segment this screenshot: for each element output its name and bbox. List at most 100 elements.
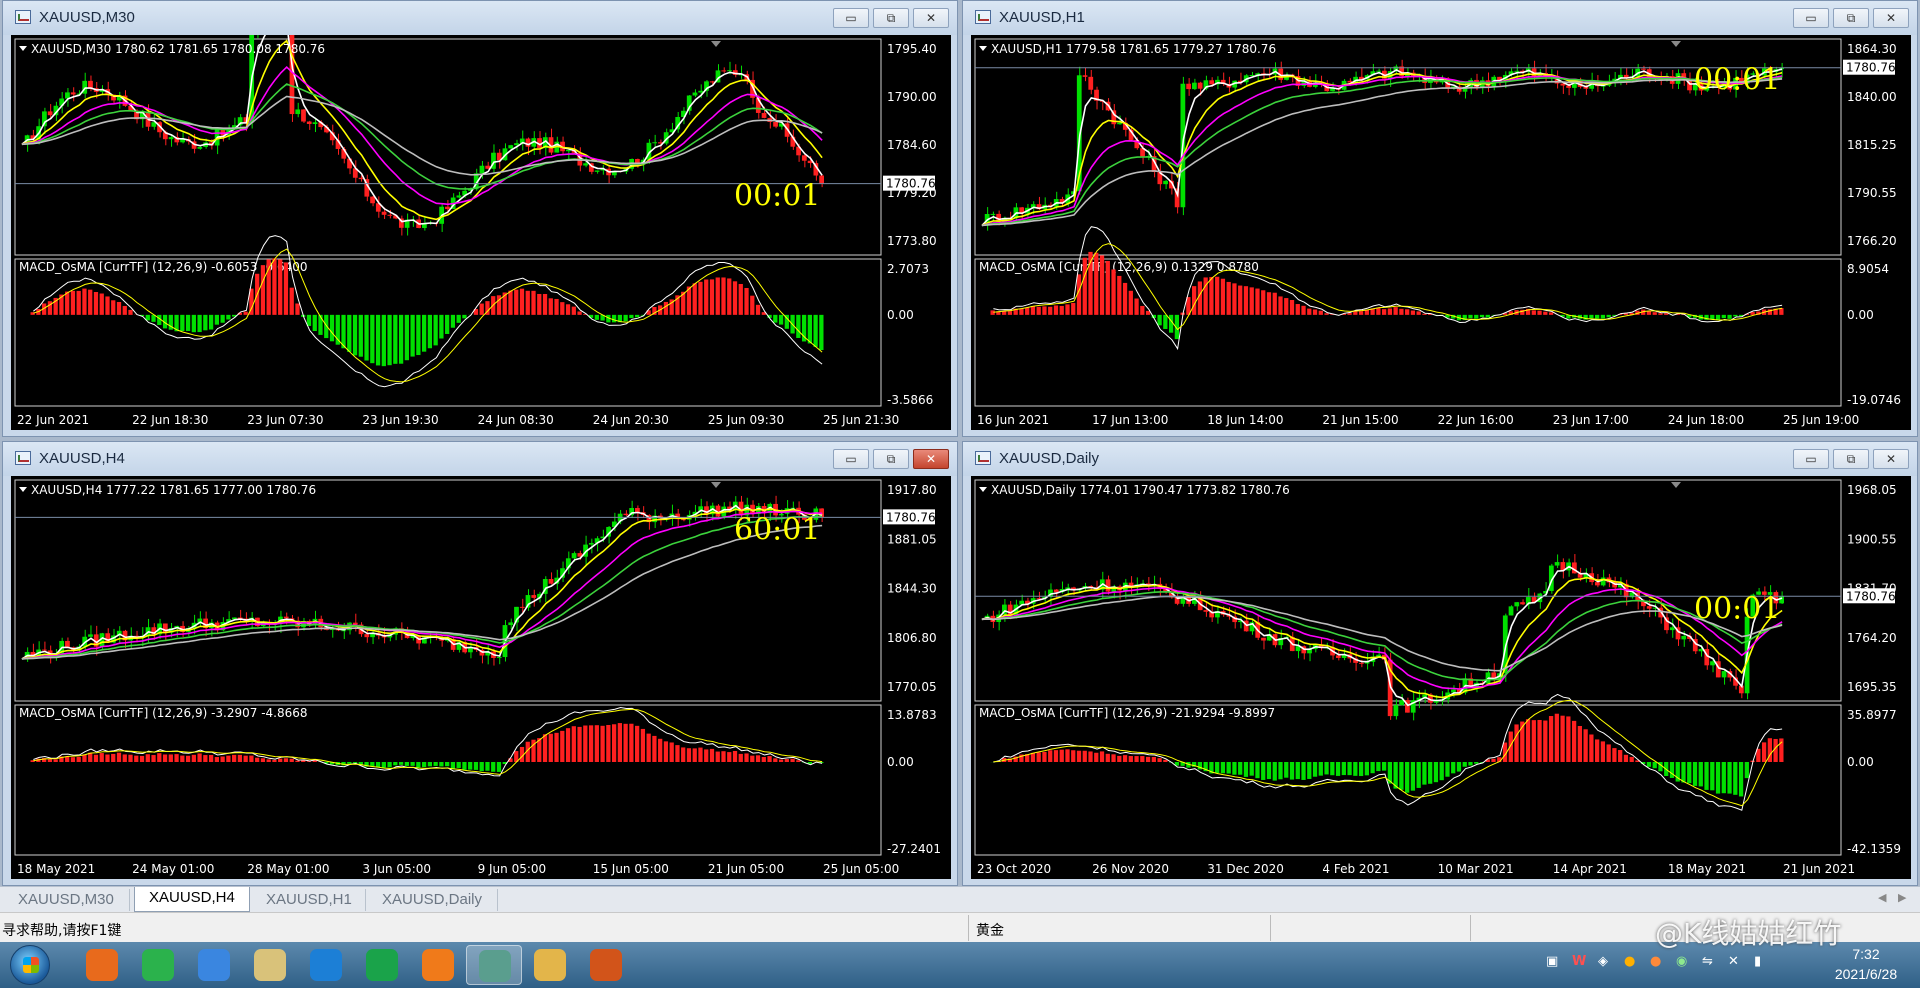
macd-bar (1416, 311, 1421, 315)
macd-bar (755, 755, 761, 762)
macd-bar (422, 314, 427, 352)
macd-bar (427, 762, 433, 767)
tab-xauusd-daily[interactable]: XAUUSD,Daily (368, 889, 498, 911)
macd-bar (289, 287, 294, 315)
tab-xauusd-h4[interactable]: XAUUSD,H4 (134, 887, 250, 912)
chart-menu-triangle-icon[interactable] (19, 46, 27, 51)
firefox-icon[interactable] (410, 945, 466, 985)
window-titlebar[interactable]: XAUUSD,Daily ▭ ⧉ ✕ (963, 442, 1917, 476)
tab-scroll-right-icon[interactable]: ▶ (1898, 891, 1906, 904)
maximize-button[interactable]: ⧉ (1833, 8, 1869, 28)
chart-area[interactable]: 1864.30 1840.00 1815.25 1790.55 1766.20 1780.… (971, 35, 1911, 430)
macd-bar (721, 277, 726, 315)
macd-bar (1715, 762, 1721, 794)
chart-window-xauusd-h1[interactable]: XAUUSD,H1 ▭ ⧉ ✕ 1864.30 1840.00 1815.25 1790… (962, 0, 1918, 437)
macd-bar (111, 300, 116, 315)
maximize-button[interactable]: ⧉ (873, 8, 909, 28)
paint-app-icon[interactable] (242, 945, 298, 985)
candle-body (70, 92, 76, 95)
chart-window-xauusd-h4[interactable]: XAUUSD,H4 ▭ ⧉ ✕ 1917.80 1881.05 1844.30 1806… (2, 441, 958, 886)
macd-tick-label: 0.00 (887, 308, 914, 322)
chart-menu-triangle-icon[interactable] (979, 487, 987, 492)
macd-bar (203, 314, 208, 331)
macd-bar (1595, 739, 1600, 762)
paint-app-icon-glyph (254, 949, 286, 981)
chart-menu-triangle-icon[interactable] (19, 487, 27, 492)
candle-body (456, 195, 462, 198)
macd-bar (1508, 731, 1513, 762)
macd-bar (1168, 314, 1174, 333)
trading-terminal-icon[interactable] (466, 945, 522, 985)
macd-bar (1215, 276, 1220, 315)
macd-bar (548, 733, 553, 762)
wechat-icon[interactable] (130, 945, 186, 985)
macd-bar (1738, 762, 1744, 797)
minimize-button[interactable]: ▭ (833, 449, 869, 469)
firefox-icon-glyph (422, 949, 454, 981)
candle-body (1163, 180, 1168, 185)
blue-mountain-app-icon[interactable] (298, 945, 354, 985)
chart-shift-marker-icon[interactable] (711, 41, 721, 47)
signal-tray-icon[interactable]: ▮ (1754, 954, 1761, 969)
candle-body (1566, 85, 1571, 88)
chart-svg: 1795.401790.001784.601779.201773.801780.… (14, 35, 937, 427)
minimize-button[interactable]: ▭ (1793, 449, 1829, 469)
close-button[interactable]: ✕ (913, 8, 949, 28)
macd-bar (796, 314, 801, 338)
macd-bar (669, 742, 674, 762)
close-button[interactable]: ✕ (1873, 449, 1909, 469)
macd-bar (433, 314, 438, 346)
tray-app-icon[interactable]: ▣ (1546, 954, 1558, 969)
close-button[interactable]: ✕ (913, 449, 949, 469)
shield-tray-icon[interactable]: ◈ (1598, 954, 1608, 969)
start-button[interactable] (10, 945, 50, 985)
folder-icon[interactable] (522, 945, 578, 985)
macd-bar (462, 314, 467, 319)
window-titlebar[interactable]: XAUUSD,H4 ▭ ⧉ ✕ (3, 442, 957, 476)
macd-bar (272, 759, 277, 762)
chart-shift-marker-icon[interactable] (1671, 41, 1681, 47)
chart-area[interactable]: 1968.051900.551831.701764.201695.351780.… (971, 476, 1911, 879)
wps-tray-icon[interactable]: W (1572, 954, 1586, 969)
chart-window-xauusd-m30[interactable]: XAUUSD,M30 ▭ ⧉ ✕ 1795.40 1790.00 1784.60 177… (2, 0, 958, 437)
chart-area[interactable]: 1917.80 1881.05 1844.30 1806.80 1770.05 1780.… (11, 476, 951, 879)
date-tick-label: 31 Dec 2020 (1207, 862, 1284, 876)
macd-bar (295, 760, 300, 762)
network-tray-icon[interactable]: ⇋ (1702, 954, 1713, 969)
blue-pen-app-icon[interactable] (186, 945, 242, 985)
app-tray-icon[interactable]: ● (1650, 954, 1661, 969)
orange-app-icon[interactable] (74, 945, 130, 985)
macd-bar (1393, 307, 1398, 315)
macd-histogram (990, 251, 1784, 340)
minimize-button[interactable]: ▭ (833, 8, 869, 28)
macd-bar (445, 762, 450, 767)
volume-mute-icon[interactable]: ✕ (1728, 954, 1739, 969)
macd-bar (1059, 305, 1064, 315)
chart-shift-marker-icon[interactable] (1671, 482, 1681, 488)
chart-shift-marker-icon[interactable] (711, 482, 721, 488)
macd-label: MACD_OsMA [CurrTF] (12,26,9) -21.9294 -9… (979, 706, 1275, 720)
macd-bar (410, 314, 415, 357)
chart-menu-triangle-icon[interactable] (979, 46, 987, 51)
window-titlebar[interactable]: XAUUSD,M30 ▭ ⧉ ✕ (3, 1, 957, 35)
macd-bar (709, 748, 715, 762)
maximize-button[interactable]: ⧉ (1833, 449, 1869, 469)
close-button[interactable]: ✕ (1873, 8, 1909, 28)
maximize-button[interactable]: ⧉ (873, 449, 909, 469)
macd-bar (1163, 759, 1168, 762)
wechat-tray-icon[interactable]: ◉ (1676, 954, 1687, 969)
wechat-icon-glyph (142, 949, 174, 981)
tab-xauusd-h1[interactable]: XAUUSD,H1 (252, 889, 366, 911)
minimize-button[interactable]: ▭ (1793, 8, 1829, 28)
window-titlebar[interactable]: XAUUSD,H1 ▭ ⧉ ✕ (963, 1, 1917, 35)
tab-scroll-left-icon[interactable]: ◀ (1878, 891, 1886, 904)
chart-area[interactable]: 1795.40 1790.00 1784.60 1779.20 1773.80 1780.… (11, 35, 951, 430)
chart-window-xauusd-daily[interactable]: XAUUSD,Daily ▭ ⧉ ✕1968.051900.551831.701… (962, 441, 1918, 886)
date-tick-label: 21 Jun 15:00 (1322, 413, 1398, 427)
green-circle-app-icon[interactable] (354, 945, 410, 985)
macd-bar (1698, 762, 1703, 787)
tab-xauusd-m30[interactable]: XAUUSD,M30 (4, 889, 130, 911)
raccoon-app-icon[interactable] (578, 945, 634, 985)
orange-tray-icon[interactable]: ● (1624, 954, 1635, 969)
macd-bar (732, 750, 738, 762)
